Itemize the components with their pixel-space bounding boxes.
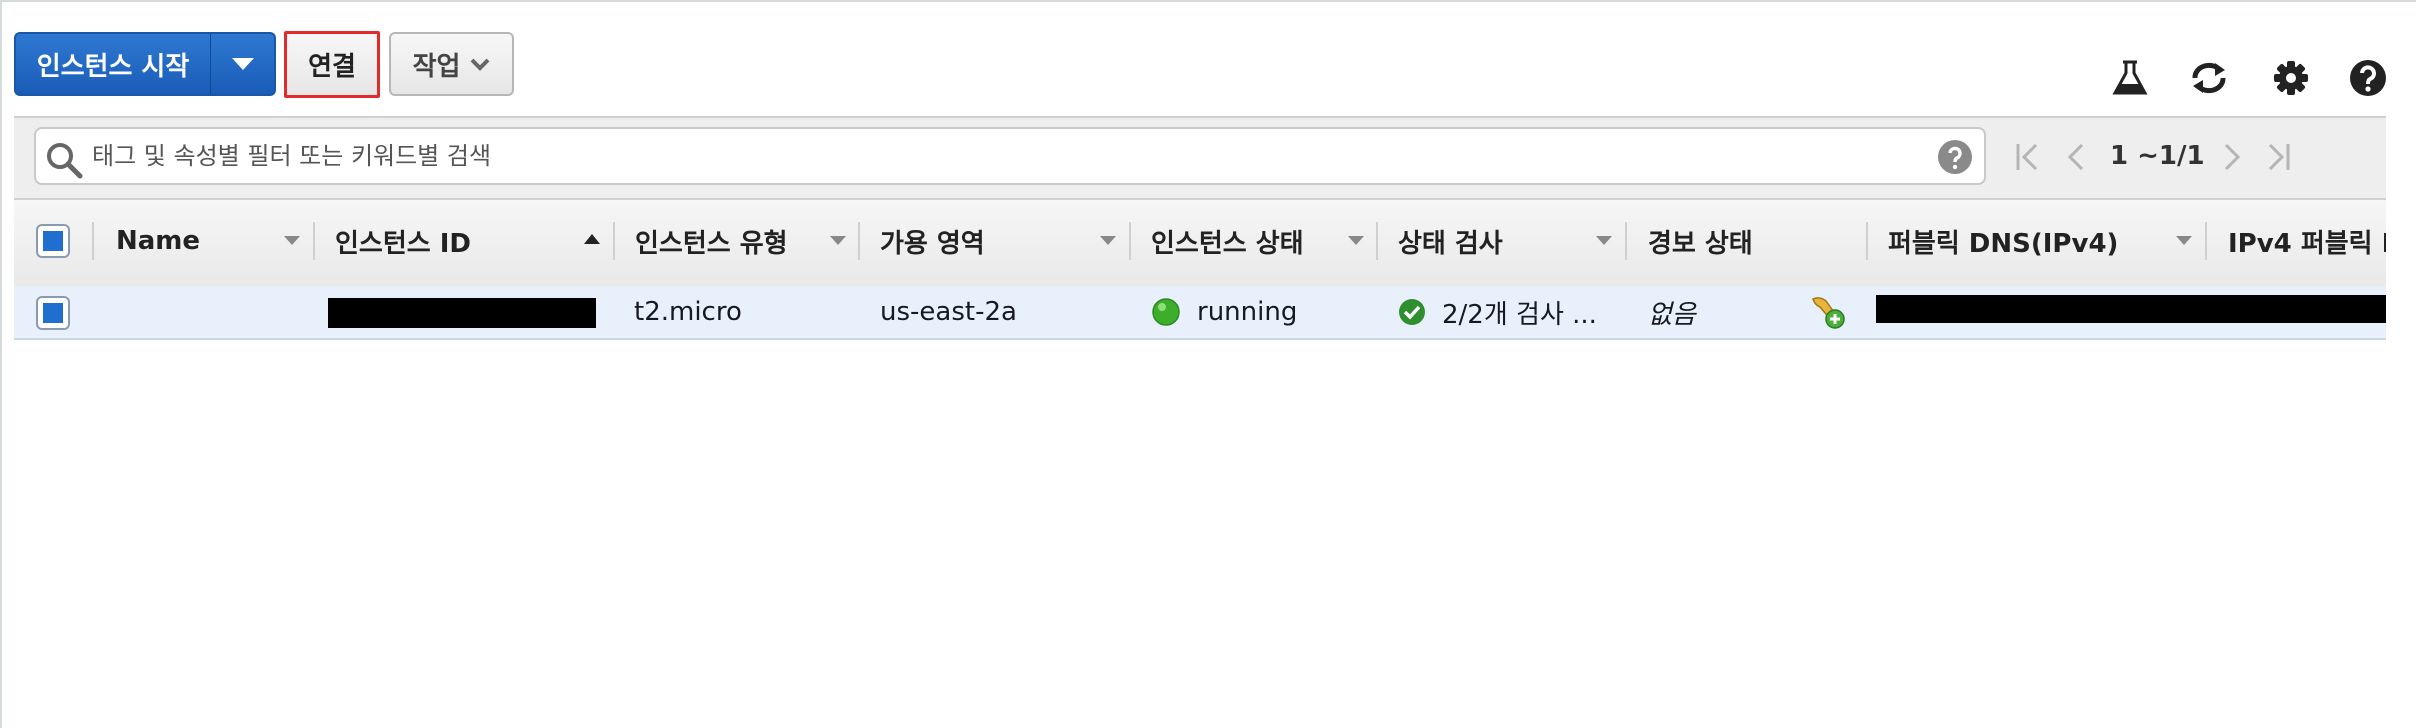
column-header-instance-state[interactable]: 인스턴스 상태 <box>1151 198 1304 284</box>
refresh-icon[interactable] <box>2189 58 2229 98</box>
column-header-status-check[interactable]: 상태 검사 <box>1398 198 1503 284</box>
previous-page-icon[interactable] <box>2064 142 2086 172</box>
column-header-instance-type[interactable]: 인스턴스 유형 <box>635 198 788 284</box>
column-header-public-ip[interactable]: IPv4 퍼블릭 IP <box>2228 198 2386 284</box>
first-page-icon[interactable] <box>2014 142 2042 172</box>
sort-caret-icon[interactable] <box>1596 236 1612 245</box>
column-header-instance-id[interactable]: 인스턴스 ID <box>335 198 471 284</box>
sort-ascending-icon[interactable] <box>584 234 600 244</box>
left-border <box>0 0 2 728</box>
cell-alarm-status: 없음 <box>1648 299 1696 330</box>
sort-caret-icon[interactable] <box>1348 236 1364 245</box>
redacted-public-dns <box>1876 295 2386 323</box>
column-divider <box>92 222 94 260</box>
search-icon <box>47 143 83 179</box>
column-divider <box>613 222 615 260</box>
cell-instance-state: running <box>1151 286 1297 338</box>
sort-caret-icon[interactable] <box>1100 236 1116 245</box>
connect-button[interactable]: 연결 <box>284 31 380 98</box>
column-header-public-dns[interactable]: 퍼블릭 DNS(IPv4) <box>1888 198 2118 284</box>
cell-status-check[interactable]: 2/2개 검사 ... <box>1398 286 1622 338</box>
column-divider <box>313 222 315 260</box>
check-circle-icon <box>1399 299 1425 325</box>
sort-caret-icon[interactable] <box>830 236 846 245</box>
cell-instance-type: t2.micro <box>634 297 742 327</box>
chevron-down-icon <box>471 58 490 71</box>
pagination-range: 1 ~1/1 <box>2110 141 2205 171</box>
status-running-icon <box>1152 298 1180 326</box>
flask-icon[interactable] <box>2110 58 2150 98</box>
search-placeholder: 태그 및 속성별 필터 또는 키워드별 검색 <box>92 142 492 170</box>
search-help-icon[interactable] <box>1937 139 1973 175</box>
next-page-icon[interactable] <box>2222 142 2244 172</box>
sort-caret-icon[interactable] <box>2176 236 2192 245</box>
column-divider <box>1625 222 1627 260</box>
actions-button[interactable]: 작업 <box>389 32 514 96</box>
gear-icon[interactable] <box>2271 58 2311 98</box>
help-icon[interactable] <box>2348 58 2388 98</box>
launch-instance-dropdown-button[interactable] <box>210 32 276 96</box>
column-divider <box>1129 222 1131 260</box>
column-header-availability-zone[interactable]: 가용 영역 <box>880 198 985 284</box>
column-divider <box>1866 222 1868 260</box>
instance-state-label: running <box>1197 297 1298 327</box>
cell-availability-zone: us-east-2a <box>880 297 1017 327</box>
launch-instance-button[interactable]: 인스턴스 시작 <box>14 32 210 96</box>
status-check-label: 2/2개 검사 ... <box>1442 299 1597 330</box>
row-checkbox[interactable] <box>38 298 68 328</box>
redacted-instance-id <box>328 298 596 328</box>
chevron-down-icon <box>231 58 254 70</box>
actions-label: 작업 <box>412 51 461 82</box>
column-divider <box>858 222 860 260</box>
column-header-name[interactable]: Name <box>116 198 200 284</box>
top-border <box>0 0 2416 2</box>
add-alarm-icon[interactable] <box>1810 295 1848 331</box>
column-divider <box>1376 222 1378 260</box>
last-page-icon[interactable] <box>2264 142 2292 172</box>
column-divider <box>2205 222 2207 260</box>
column-header-alarm-status[interactable]: 경보 상태 <box>1648 198 1753 284</box>
sort-caret-icon[interactable] <box>284 236 300 245</box>
select-all-checkbox[interactable] <box>38 226 68 256</box>
